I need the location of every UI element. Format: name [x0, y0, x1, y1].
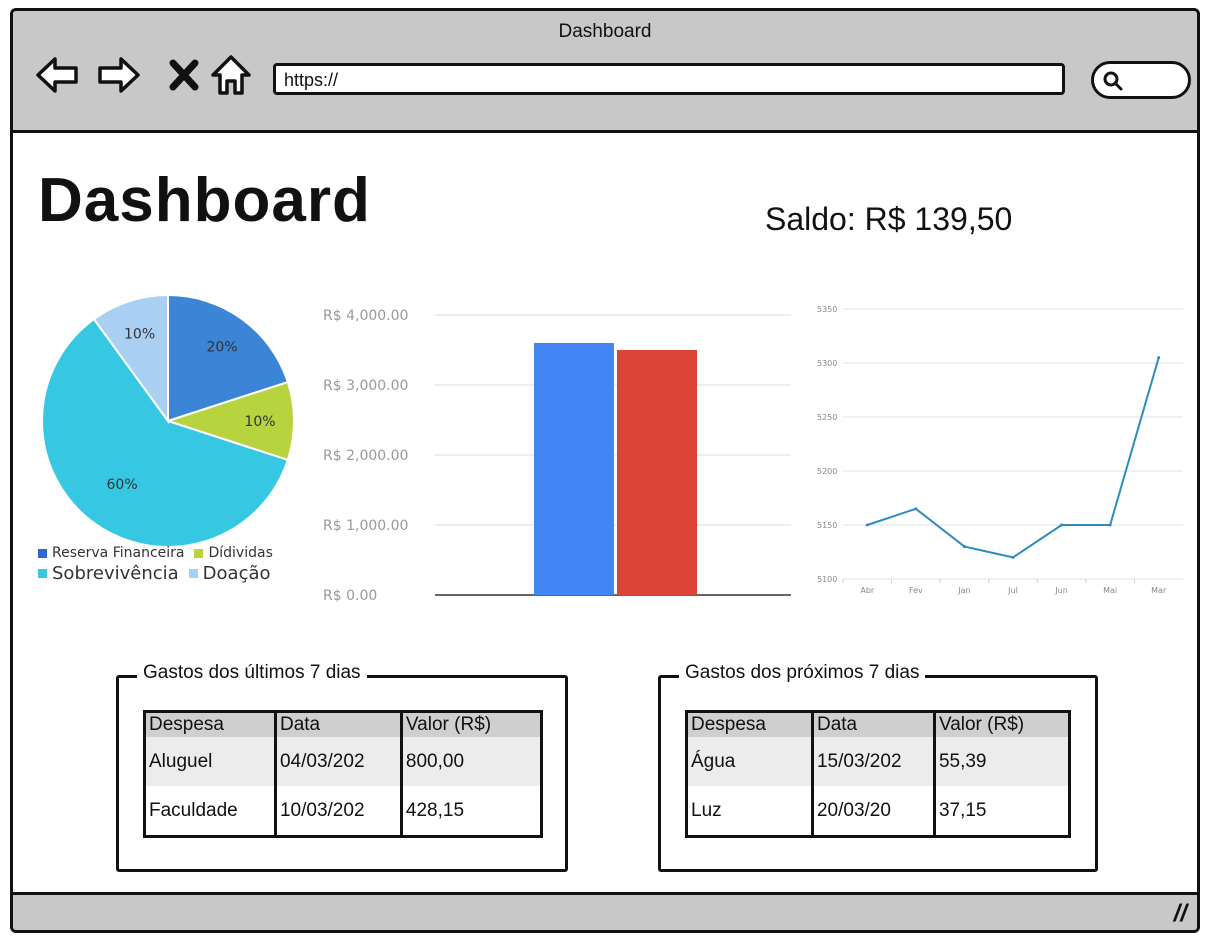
y-tick-label: R$ 4,000.00: [323, 308, 408, 324]
table-cell: 428,15: [399, 786, 542, 837]
next-7-days-group: Gastos dos próximos 7 dias Despesa Data …: [658, 662, 1098, 872]
page-title: Dashboard: [38, 166, 371, 235]
table-cell: 800,00: [399, 737, 542, 786]
table-row: Aluguel 04/03/202 800,00: [144, 737, 542, 786]
bar: [617, 350, 697, 595]
table-row: Luz 20/03/20 37,15: [687, 786, 1070, 837]
next-7-days-title: Gastos dos próximos 7 dias: [679, 662, 926, 684]
pie-slice-label: 20%: [207, 340, 238, 356]
browser-toolbar: Dashboard https://: [13, 11, 1197, 133]
pie-slice-label: 60%: [107, 477, 138, 493]
x-tick-label: Jan: [957, 586, 970, 595]
table-cell: Água: [686, 737, 813, 786]
y-tick-label: R$ 3,000.00: [323, 378, 408, 394]
y-tick-label: 5150: [817, 521, 837, 530]
line-point: [1060, 523, 1064, 527]
line-point: [1108, 523, 1112, 527]
table-cell: 37,15: [932, 786, 1070, 837]
close-x-icon[interactable]: [163, 53, 207, 97]
legend-swatch: [38, 569, 47, 578]
forward-arrow-icon[interactable]: [97, 53, 141, 97]
legend-item-doacao: Doação: [188, 563, 271, 584]
legend-item-reserva: Reserva Financeira: [38, 545, 184, 561]
y-tick-label: 5250: [817, 413, 837, 422]
pie-slice-label: 10%: [244, 414, 275, 430]
legend-label: Reserva Financeira: [52, 545, 185, 561]
pie-slice-label: 10%: [124, 327, 155, 343]
column-header: Despesa: [144, 711, 276, 737]
last-7-days-title: Gastos dos últimos 7 dias: [137, 662, 367, 684]
url-bar[interactable]: https://: [273, 63, 1065, 95]
line-point: [1011, 555, 1015, 559]
table-row: Água 15/03/202 55,39: [686, 737, 1070, 786]
line-series: [866, 357, 1160, 559]
column-header: Valor (R$): [932, 711, 1070, 737]
pie-chart: 20% 10% 60% 10%: [41, 293, 295, 548]
table-cell: 20/03/20: [810, 786, 935, 837]
window-title: Dashboard: [558, 21, 652, 42]
x-tick-label: Jul: [1007, 586, 1018, 595]
y-tick-label: 5100: [817, 575, 837, 584]
x-tick-label: Mar: [1151, 586, 1167, 595]
y-tick-label: R$ 2,000.00: [323, 448, 408, 464]
home-icon[interactable]: [209, 53, 253, 97]
status-bar: //: [13, 892, 1197, 930]
x-tick-label: Fev: [909, 586, 923, 595]
line-point: [962, 545, 966, 549]
table-header-row: Despesa Data Valor (R$): [686, 711, 1070, 737]
y-tick-label: 5200: [817, 467, 837, 476]
url-text: https://: [284, 70, 339, 90]
table-cell: Aluguel: [144, 737, 276, 786]
pie-legend: Reserva Financeira Dídividas Sobrevivênc…: [38, 545, 338, 584]
table-row: Faculdade 10/03/202 428,15: [145, 786, 542, 837]
column-header: Valor (R$): [399, 711, 542, 737]
legend-label: Doação: [202, 563, 271, 584]
last-7-days-table: Despesa Data Valor (R$) Aluguel 04/03/20…: [143, 710, 543, 838]
x-tick-label: Mai: [1103, 586, 1117, 595]
table-cell: 10/03/202: [273, 786, 402, 837]
table-cell: 15/03/202: [810, 737, 935, 786]
browser-window: Dashboard https:// Dashboard Saldo: R$ 1…: [10, 8, 1200, 933]
legend-swatch: [188, 569, 198, 578]
line-point: [865, 523, 869, 527]
table-cell: 55,39: [932, 737, 1070, 786]
back-arrow-icon[interactable]: [35, 53, 79, 97]
y-tick-label: R$ 1,000.00: [323, 518, 408, 534]
search-icon: [1103, 71, 1123, 91]
page-content: Dashboard Saldo: R$ 139,50 20% 10% 60% 10% …: [13, 133, 1197, 898]
column-header: Data: [273, 711, 402, 737]
column-header: Data: [810, 711, 935, 737]
line-point: [914, 507, 918, 511]
search-box[interactable]: [1091, 61, 1191, 99]
y-tick-label: 5350: [817, 305, 837, 314]
table-cell: Faculdade: [149, 799, 238, 821]
resize-grip-icon[interactable]: //: [1174, 900, 1187, 928]
legend-swatch: [194, 548, 204, 558]
table-header-row: Despesa Data Valor (R$): [144, 711, 542, 737]
column-header: Despesa: [686, 711, 813, 737]
bar-chart: R$ 0.00 R$ 1,000.00 R$ 2,000.00 R$ 3,000.00…: [323, 308, 791, 604]
y-tick-label: 5300: [817, 359, 837, 368]
table-cell: Luz: [691, 799, 722, 821]
legend-label: Dídividas: [208, 545, 273, 561]
x-tick-label: Jun: [1054, 586, 1068, 595]
balance-label: Saldo: R$ 139,50: [765, 201, 1013, 237]
legend-swatch: [38, 548, 47, 558]
x-tick-label: Abr: [860, 586, 875, 595]
line-chart: 5100 5150 5200 5250 5300 5350 Abr Fev Jan Jul Jun M…: [817, 305, 1183, 595]
legend-item-sobrevivencia: Sobrevivência: [38, 563, 179, 584]
table-cell: 04/03/202: [273, 737, 402, 786]
last-7-days-group: Gastos dos últimos 7 dias Despesa Data V…: [116, 662, 568, 872]
bar: [534, 343, 614, 595]
legend-item-dividas: Dídividas: [194, 545, 273, 561]
legend-label: Sobrevivência: [52, 563, 179, 584]
line-point: [1157, 356, 1161, 360]
y-tick-label: R$ 0.00: [323, 588, 377, 604]
next-7-days-table: Despesa Data Valor (R$) Água 15/03/202 5…: [685, 710, 1071, 838]
